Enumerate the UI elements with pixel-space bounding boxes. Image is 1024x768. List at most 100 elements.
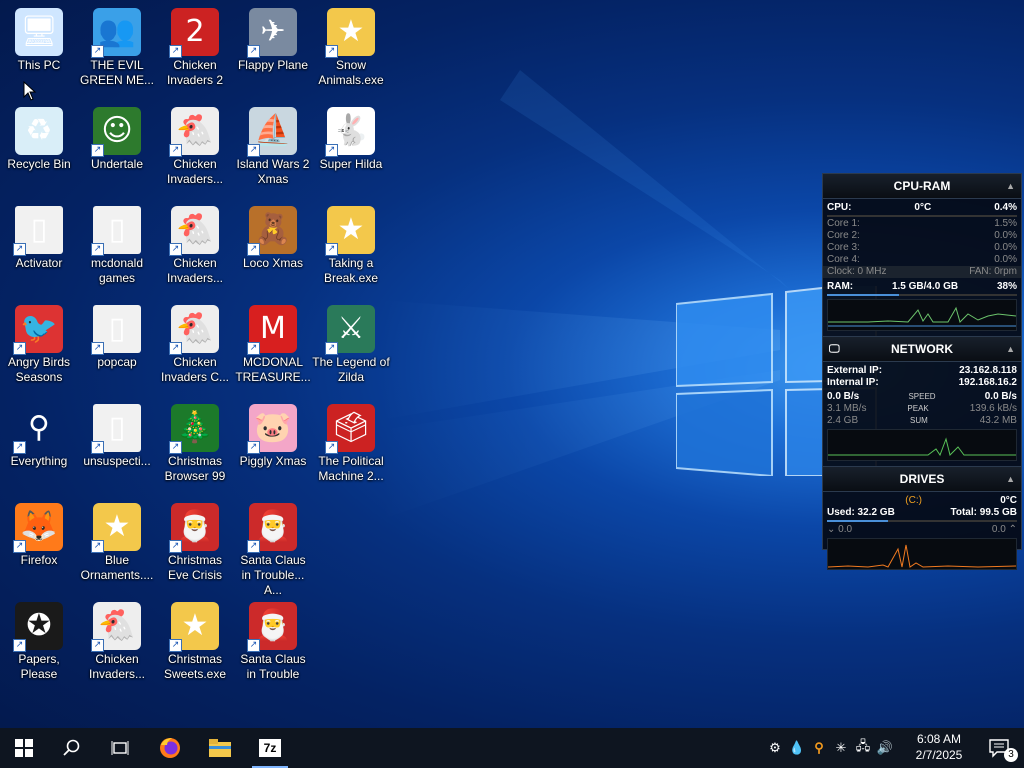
desktop-icon[interactable]: 🖥 This PC: [0, 2, 78, 94]
shortcut-arrow-icon: ↗: [247, 243, 260, 256]
desktop-icon[interactable]: ▯ ↗ popcap: [78, 299, 156, 391]
tray-everything-icon[interactable]: ⚲: [808, 740, 830, 756]
network-title: NETWORK: [891, 342, 953, 356]
exe-icon: ★ ↗: [91, 503, 141, 553]
cpu-label: CPU:: [827, 202, 852, 213]
taskbar-7zip[interactable]: 7z: [246, 728, 294, 768]
folder-icon: ▯ ↗: [91, 206, 141, 256]
core-row: Core 3: 0.0%: [823, 242, 1021, 254]
chicken-invaders-icon: 🐔 ↗: [169, 206, 219, 256]
task-view-button[interactable]: [96, 728, 144, 768]
collapse-icon[interactable]: ▲: [1006, 174, 1015, 198]
desktop-icon[interactable]: 🐦 ↗ Angry Birds Seasons: [0, 299, 78, 391]
taskbar-firefox[interactable]: [146, 728, 194, 768]
firefox-icon: [160, 738, 180, 758]
shortcut-arrow-icon: ↗: [325, 342, 338, 355]
tray-app-icon[interactable]: ⚙: [764, 740, 786, 756]
desktop-icon-label: Santa Claus in Trouble... A...: [240, 553, 306, 597]
collapse-icon[interactable]: ▲: [1006, 467, 1015, 491]
desktop-icon-label: Angry Birds Seasons: [7, 355, 71, 384]
this-pc-icon: 🖥: [15, 8, 63, 56]
desktop-icon[interactable]: ★ ↗ Snow Animals.exe: [312, 2, 390, 94]
notification-count: 3: [1004, 748, 1018, 762]
shortcut-arrow-icon: ↗: [13, 441, 26, 454]
desktop-icon[interactable]: 2 ↗ Chicken Invaders 2: [156, 2, 234, 94]
shortcut-arrow-icon: ↗: [169, 441, 182, 454]
desktop-icon[interactable]: 🎄 ↗ Christmas Browser 99: [156, 398, 234, 490]
desktop-icon[interactable]: 🐔 ↗ Chicken Invaders...: [156, 101, 234, 193]
desktop-icon[interactable]: M ↗ MCDONAL TREASURE...: [234, 299, 312, 391]
desktop-icon[interactable]: ★ ↗ Christmas Sweets.exe: [156, 596, 234, 688]
desktop-icon[interactable]: 🎅 ↗ Santa Claus in Trouble... A...: [234, 497, 312, 597]
desktop-icon-label: Taking a Break.exe: [323, 256, 379, 285]
desktop-icon[interactable]: ✈ ↗ Flappy Plane: [234, 2, 312, 94]
cpu-clock: Clock: 0 MHz: [827, 266, 887, 277]
desktop-icon[interactable]: 🧸 ↗ Loco Xmas: [234, 200, 312, 292]
desktop-icon[interactable]: 🐔 ↗ Chicken Invaders...: [78, 596, 156, 688]
desktop-icon[interactable]: ★ ↗ Blue Ornaments....: [78, 497, 156, 589]
shortcut-arrow-icon: ↗: [247, 342, 260, 355]
desktop-icon[interactable]: ⚲ ↗ Everything: [0, 398, 78, 490]
core-label: Core 4:: [827, 254, 860, 265]
shortcut-arrow-icon: ↗: [247, 540, 260, 553]
shortcut-arrow-icon: ↗: [13, 243, 26, 256]
desktop-icon[interactable]: 🐷 ↗ Piggly Xmas: [234, 398, 312, 490]
drive-read: ⌄ 0.0: [827, 524, 853, 535]
shortcut-arrow-icon: ↗: [169, 540, 182, 553]
desktop-icon[interactable]: 🗳 ↗ The Political Machine 2...: [312, 398, 390, 490]
desktop-icon[interactable]: ⛵ ↗ Island Wars 2 Xmas: [234, 101, 312, 193]
core-row: Core 1: 1.5%: [823, 218, 1021, 230]
desktop-icon[interactable]: ⚔ ↗ The Legend of Zilda: [312, 299, 390, 391]
start-button[interactable]: [0, 728, 48, 768]
exe-icon: ★ ↗: [325, 8, 375, 58]
shortcut-arrow-icon: ↗: [169, 243, 182, 256]
desktop-icon[interactable]: 🎅 ↗ Christmas Eve Crisis: [156, 497, 234, 589]
desktop-icon[interactable]: ▯ ↗ mcdonald games: [78, 200, 156, 292]
desktop-icon[interactable]: 🐇 ↗ Super Hilda: [312, 101, 390, 193]
desktop-icon[interactable]: 🐔 ↗ Chicken Invaders C...: [156, 299, 234, 391]
collapse-icon[interactable]: ▲: [1006, 337, 1015, 361]
desktop-icon[interactable]: ▯ ↗ Activator: [0, 200, 78, 292]
desktop-icon[interactable]: ★ ↗ Taking a Break.exe: [312, 200, 390, 292]
flappy-plane-icon: ✈ ↗: [247, 8, 297, 58]
desktop-icon[interactable]: 🦊 ↗ Firefox: [0, 497, 78, 589]
volume-icon[interactable]: 🔊: [874, 740, 896, 756]
shortcut-arrow-icon: ↗: [91, 45, 104, 58]
desktop-icon[interactable]: ✪ ↗ Papers, Please: [0, 596, 78, 688]
tray-drop-icon[interactable]: 💧: [786, 740, 808, 756]
core-label: Core 2:: [827, 230, 860, 241]
santa-icon: 🎅 ↗: [169, 503, 219, 553]
drive-graph: [827, 538, 1017, 570]
shortcut-arrow-icon: ↗: [169, 639, 182, 652]
political-machine-icon: 🗳 ↗: [325, 404, 375, 454]
desktop-icon-label: Everything: [10, 454, 68, 468]
tray-star-icon[interactable]: ✳: [830, 740, 852, 756]
desktop-icon-label: Piggly Xmas: [239, 454, 307, 468]
santa-icon: 🎅 ↗: [247, 602, 297, 652]
desktop-icon[interactable]: ☺ ↗ Undertale: [78, 101, 156, 193]
desktop-icon[interactable]: 🐔 ↗ Chicken Invaders...: [156, 200, 234, 292]
firefox-icon: 🦊 ↗: [13, 503, 63, 553]
chicken-invaders-icon: 🐔 ↗: [169, 305, 219, 355]
cpu-fan: FAN: 0rpm: [969, 266, 1017, 277]
speed-up: 0.0 B/s: [984, 391, 1017, 402]
desktop-icon[interactable]: 🎅 ↗ Santa Claus in Trouble: [234, 596, 312, 688]
action-center-button[interactable]: 3: [976, 728, 1024, 768]
shortcut-arrow-icon: ↗: [247, 639, 260, 652]
desktop-icon-label: Island Wars 2 Xmas: [236, 157, 310, 186]
desktop-icon-label: Recycle Bin: [7, 157, 71, 171]
desktop-icon[interactable]: ♻ Recycle Bin: [0, 101, 78, 193]
search-button[interactable]: [48, 728, 96, 768]
shortcut-arrow-icon: ↗: [325, 243, 338, 256]
island-wars-icon: ⛵ ↗: [247, 107, 297, 157]
desktop-icon[interactable]: 👥 ↗ THE EVIL GREEN ME...: [78, 2, 156, 94]
drives-section: DRIVES ▲ (C:) 0°C Used: 32.2 GB Total: 99.5…: [823, 467, 1021, 575]
clock[interactable]: 6:08 AM 2/7/2025: [904, 731, 974, 763]
taskbar-file-explorer[interactable]: [196, 728, 244, 768]
folder-icon: ▯ ↗: [13, 206, 63, 256]
pig-icon: 🐷 ↗: [247, 404, 297, 454]
network-tray-icon[interactable]: 🖧: [852, 737, 874, 759]
shortcut-arrow-icon: ↗: [169, 144, 182, 157]
drives-title: DRIVES: [899, 472, 945, 486]
desktop-icon[interactable]: ▯ ↗ unsuspecti...: [78, 398, 156, 490]
